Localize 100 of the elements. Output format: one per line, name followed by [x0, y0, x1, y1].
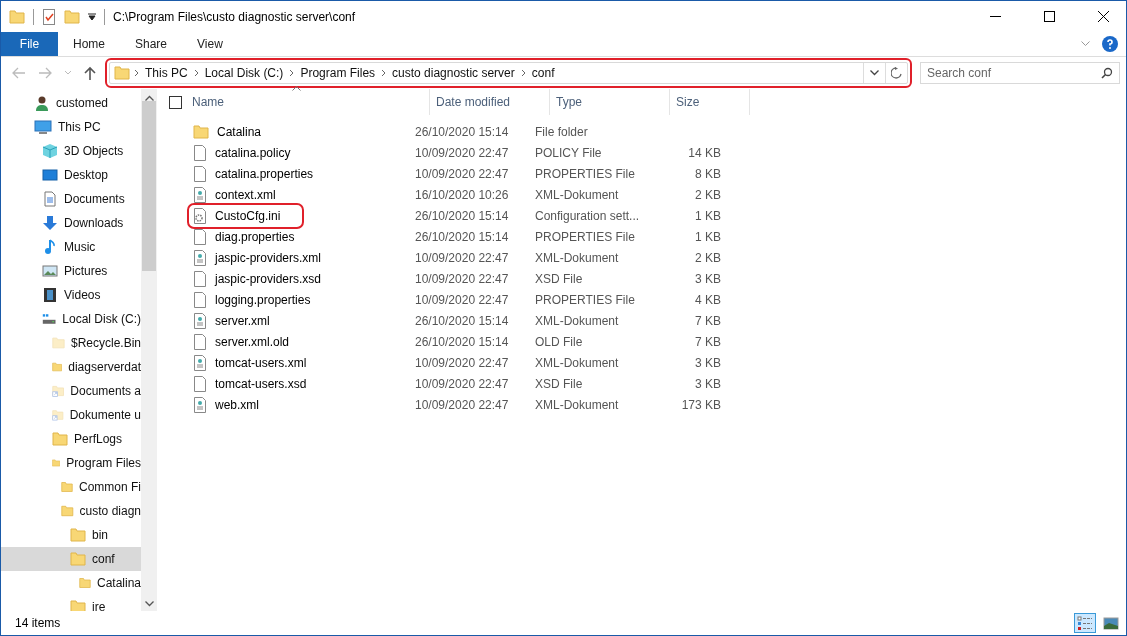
- nav-tree-item[interactable]: Common Fi: [1, 475, 141, 499]
- chevron-down-icon[interactable]: [1081, 41, 1090, 47]
- folder-icon: [52, 359, 63, 375]
- type-cell-text: OLD File: [534, 334, 584, 349]
- type-cell-text: XSD File: [534, 376, 584, 391]
- file-name-cell[interactable]: jaspic-providers.xsd: [189, 268, 328, 289]
- properties-icon[interactable]: [42, 8, 56, 25]
- nav-tree-item[interactable]: Program Files: [1, 451, 141, 475]
- file-name-cell[interactable]: tomcat-users.xml: [189, 352, 313, 373]
- nav-tree-item[interactable]: bin: [1, 523, 141, 547]
- item-count: 14 items: [15, 616, 62, 630]
- chevron-right-icon: [193, 69, 199, 77]
- document-icon: [42, 191, 58, 207]
- xml-file-icon: [193, 396, 207, 413]
- breadcrumb[interactable]: conf: [529, 66, 557, 80]
- nav-tree-item[interactable]: Documents: [1, 187, 141, 211]
- ribbon-tab[interactable]: Share: [120, 32, 183, 56]
- file-icon: [193, 291, 207, 308]
- nav-tree-item[interactable]: Music: [1, 235, 141, 259]
- column-header[interactable]: Date modified: [430, 89, 550, 115]
- monitor-icon: [34, 119, 52, 135]
- desktop-icon: [42, 167, 58, 183]
- nav-tree-item[interactable]: Downloads: [1, 211, 141, 235]
- file-name-cell[interactable]: context.xml: [189, 184, 282, 205]
- type-cell-text: XML-Dokument: [534, 187, 620, 202]
- date-cell-text: 10/09/2020 22:47: [414, 355, 510, 370]
- type-cell-text: File folder: [534, 124, 589, 139]
- down-arrow-icon: [42, 215, 58, 231]
- nav-tree-item[interactable]: This PC: [1, 115, 141, 139]
- folder-icon: [193, 123, 209, 140]
- chevron-right-icon: [289, 69, 295, 77]
- window-title: C:\Program Files\custo diagnostic server\conf: [113, 9, 357, 24]
- ribbon-tab[interactable]: File: [1, 32, 58, 56]
- size-cell-text: 173 KB: [680, 397, 721, 412]
- type-cell-text: PROPERTIES File: [534, 166, 636, 181]
- nav-tree-item[interactable]: customed: [1, 91, 141, 115]
- ribbon-tab[interactable]: View: [182, 32, 238, 56]
- type-cell-text: POLICY File: [534, 145, 603, 160]
- new-folder-icon: [64, 8, 80, 25]
- file-name-cell[interactable]: logging.properties: [189, 289, 317, 310]
- type-cell-text: PROPERTIES File: [534, 229, 636, 244]
- nav-tree-item[interactable]: diagserverdat: [1, 355, 141, 379]
- date-cell-text: 26/10/2020 15:14: [414, 229, 510, 244]
- date-cell-text: 10/09/2020 22:47: [414, 250, 510, 265]
- folder-icon: [79, 575, 91, 591]
- date-cell-text: 26/10/2020 15:14: [414, 313, 510, 328]
- folder-icon: [70, 551, 86, 567]
- file-name-cell[interactable]: server.xml: [189, 310, 276, 331]
- type-cell-text: Configuration sett...: [534, 208, 641, 223]
- size-cell-text: 1 KB: [694, 229, 721, 244]
- chevron-right-icon: [381, 69, 387, 77]
- file-name-cell[interactable]: catalina.policy: [189, 142, 297, 163]
- breadcrumb[interactable]: This PC: [143, 66, 190, 80]
- file-name-cell[interactable]: Catalina: [189, 121, 268, 142]
- nav-tree-item[interactable]: Desktop: [1, 163, 141, 187]
- nav-tree-item[interactable]: Videos: [1, 283, 141, 307]
- file-name-cell[interactable]: catalina.properties: [189, 163, 320, 184]
- nav-tree-item[interactable]: ire: [1, 595, 141, 611]
- ribbon-tab[interactable]: Home: [58, 32, 120, 56]
- music-note-icon: [42, 239, 58, 255]
- nav-tree-item[interactable]: $Recycle.Bin: [1, 331, 141, 355]
- highlight-outline[interactable]: CustoCfg.ini: [189, 204, 303, 227]
- nav-tree-item[interactable]: 3D Objects: [1, 139, 141, 163]
- column-header[interactable]: Type: [550, 89, 670, 115]
- size-cell-text: 2 KB: [694, 250, 721, 265]
- breadcrumb[interactable]: Program Files: [298, 66, 378, 80]
- size-cell-text: 3 KB: [694, 271, 721, 286]
- dropdown-icon[interactable]: [88, 12, 96, 21]
- search-field[interactable]: Search conf: [920, 62, 1120, 84]
- close-icon: [1097, 11, 1109, 22]
- file-name-cell[interactable]: diag.properties: [189, 226, 301, 247]
- user-icon: [34, 95, 50, 111]
- column-header[interactable]: Size: [670, 89, 750, 115]
- file-name-cell[interactable]: jaspic-providers.xml: [189, 247, 328, 268]
- nav-tree-item[interactable]: Pictures: [1, 259, 141, 283]
- file-name-cell[interactable]: tomcat-users.xsd: [189, 373, 313, 394]
- nav-tree-item[interactable]: conf: [1, 547, 141, 571]
- folder-icon: [52, 335, 65, 351]
- file-name-cell[interactable]: server.xml.old: [189, 331, 296, 352]
- file-name-cell[interactable]: web.xml: [189, 394, 265, 415]
- nav-tree-item[interactable]: Local Disk (C:): [1, 307, 141, 331]
- size-cell-text: 1 KB: [694, 208, 721, 223]
- size-cell-text: 8 KB: [694, 166, 721, 181]
- details-view-button[interactable]: [1074, 613, 1096, 633]
- column-header[interactable]: Name: [186, 89, 430, 115]
- nav-tree-item[interactable]: PerfLogs: [1, 427, 141, 451]
- size-cell-text: 4 KB: [694, 292, 721, 307]
- nav-tree-item[interactable]: Catalina: [1, 571, 141, 595]
- select-all-checkbox[interactable]: [169, 95, 182, 109]
- breadcrumb[interactable]: custo diagnostic server: [390, 66, 517, 80]
- nav-tree-item[interactable]: custo diagn: [1, 499, 141, 523]
- scroll-up-icon[interactable]: [144, 95, 154, 101]
- help-icon[interactable]: [1102, 36, 1118, 52]
- scrollbar[interactable]: [141, 89, 157, 611]
- nav-tree-item[interactable]: Dokumente u: [1, 403, 141, 427]
- nav-tree-item[interactable]: Documents a: [1, 379, 141, 403]
- breadcrumb[interactable]: Local Disk (C:): [202, 66, 286, 80]
- type-cell-text: XML-Dokument: [534, 397, 620, 412]
- scroll-down-icon[interactable]: [144, 601, 154, 607]
- xml-file-icon: [193, 249, 207, 266]
